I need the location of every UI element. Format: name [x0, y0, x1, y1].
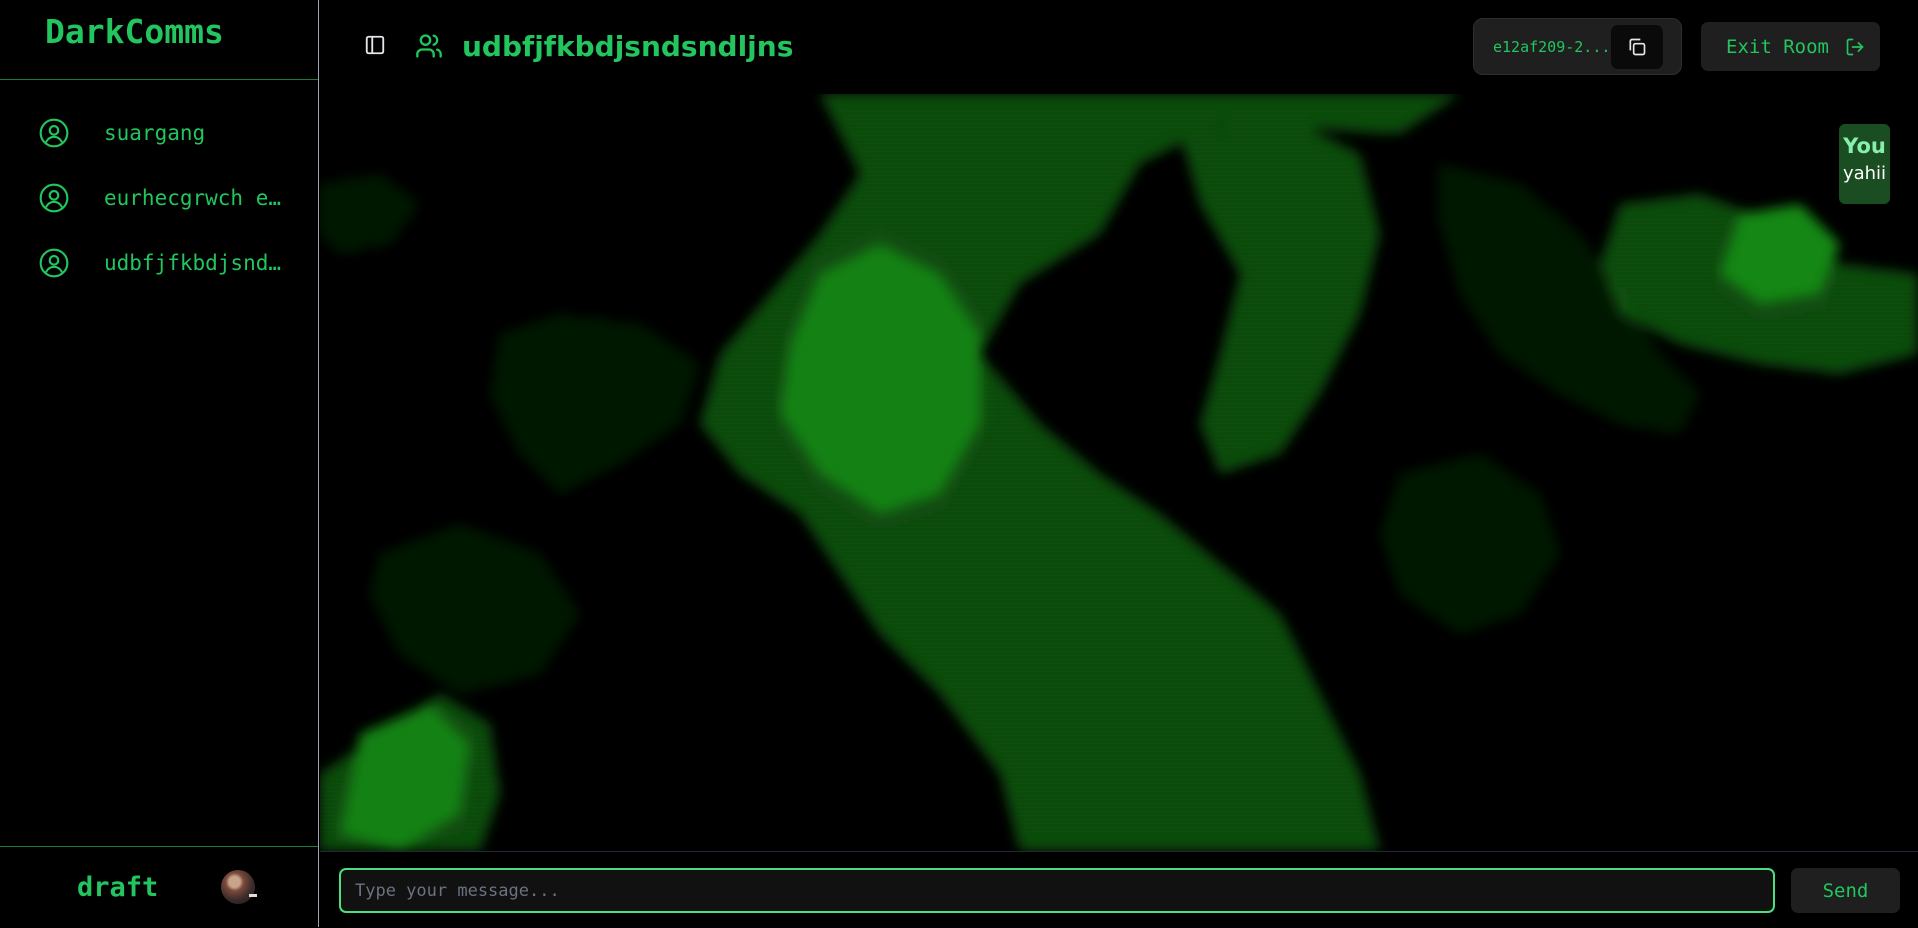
user-avatar[interactable] [221, 870, 258, 904]
sidebar-toggle-icon[interactable] [364, 34, 386, 56]
sidebar-user-name: suargang [104, 120, 206, 145]
sidebar-user-item[interactable]: eurhecgrwch e… [0, 165, 318, 230]
exit-room-label: Exit Room [1726, 35, 1829, 58]
room-title: udbfjfkbdjsndsndljns [462, 30, 794, 63]
chat-header: udbfjfkbdjsndsndljns e12af209-2... Exit … [320, 0, 1918, 94]
users-icon [416, 34, 442, 58]
copy-icon [1629, 38, 1646, 56]
user-list: suargang eurhecgrwch e… udbfjfkbdjsnd… [0, 80, 318, 295]
chat-messages-area[interactable]: You yahii [320, 94, 1918, 851]
log-out-icon [1846, 38, 1864, 55]
user-circle-icon [39, 183, 69, 212]
message-bubble: You yahii [1839, 124, 1890, 204]
app-brand: DarkComms [0, 0, 318, 80]
message-input[interactable] [339, 868, 1775, 913]
send-button[interactable]: Send [1791, 868, 1900, 913]
current-user-name: draft [77, 871, 159, 903]
room-id: e12af209-2... [1493, 38, 1611, 56]
message-sender: You [1843, 134, 1886, 158]
matrix-background [320, 94, 1918, 851]
sidebar-user-name: eurhecgrwch e… [104, 185, 282, 210]
sidebar: DarkComms suargang eurhecgrwch e… udbfjf… [0, 0, 319, 927]
sidebar-user-name: udbfjfkbdjsnd… [104, 250, 282, 275]
message-text: yahii [1842, 163, 1887, 184]
user-circle-icon [39, 118, 69, 147]
user-circle-icon [39, 248, 69, 277]
exit-room-button[interactable]: Exit Room [1701, 22, 1880, 71]
sidebar-user-item[interactable]: suargang [0, 100, 318, 165]
copy-room-id-button[interactable] [1611, 25, 1663, 69]
room-id-box: e12af209-2... [1473, 18, 1682, 75]
sidebar-user-item[interactable]: udbfjfkbdjsnd… [0, 230, 318, 295]
sidebar-footer: draft [0, 846, 318, 927]
message-composer: Send [320, 851, 1918, 928]
